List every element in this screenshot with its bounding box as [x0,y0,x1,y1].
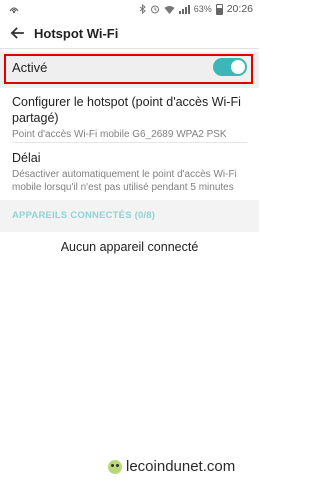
hotspot-switch[interactable] [213,58,247,76]
alarm-icon [150,5,159,14]
wifi-icon [164,5,175,14]
arrow-back-icon [10,27,24,39]
battery-icon [215,3,223,15]
watermark-text: lecoindunet.com [126,458,236,475]
setting-title: Délai [12,151,41,165]
status-time: 20:26 [226,3,253,15]
setting-subtitle: Point d'accès Wi-Fi mobile G6_2689 WPA2 … [12,129,227,140]
back-button[interactable] [0,18,34,48]
separator [12,142,247,143]
page-title: Hotspot Wi-Fi [34,25,119,41]
app-bar-divider [0,48,259,49]
toggle-label: Activé [12,60,48,75]
signal-icon [178,4,190,14]
bluetooth-icon [139,4,146,14]
setting-subtitle: Désactiver automatiquement le point d'ac… [12,169,237,193]
watermark-logo-icon [108,459,122,474]
watermark: lecoindunet.com [108,458,235,475]
app-bar: Hotspot Wi-Fi [0,18,259,48]
status-bar: 63% 20:26 [0,0,259,18]
battery-percent: 63% [193,3,212,14]
setting-timeout[interactable]: Délai Désactiver automatiquement le poin… [12,150,249,194]
setting-configure-hotspot[interactable]: Configurer le hotspot (point d'accès Wi-… [12,94,249,141]
switch-knob [231,60,245,74]
no-devices-message: Aucun appareil connecté [60,240,199,254]
wifi-hotspot-icon [9,7,19,14]
connected-devices-header: APPAREILS CONNECTÉS (0/8) [12,210,156,221]
setting-title: Configurer le hotspot (point d'accès Wi-… [12,95,241,125]
